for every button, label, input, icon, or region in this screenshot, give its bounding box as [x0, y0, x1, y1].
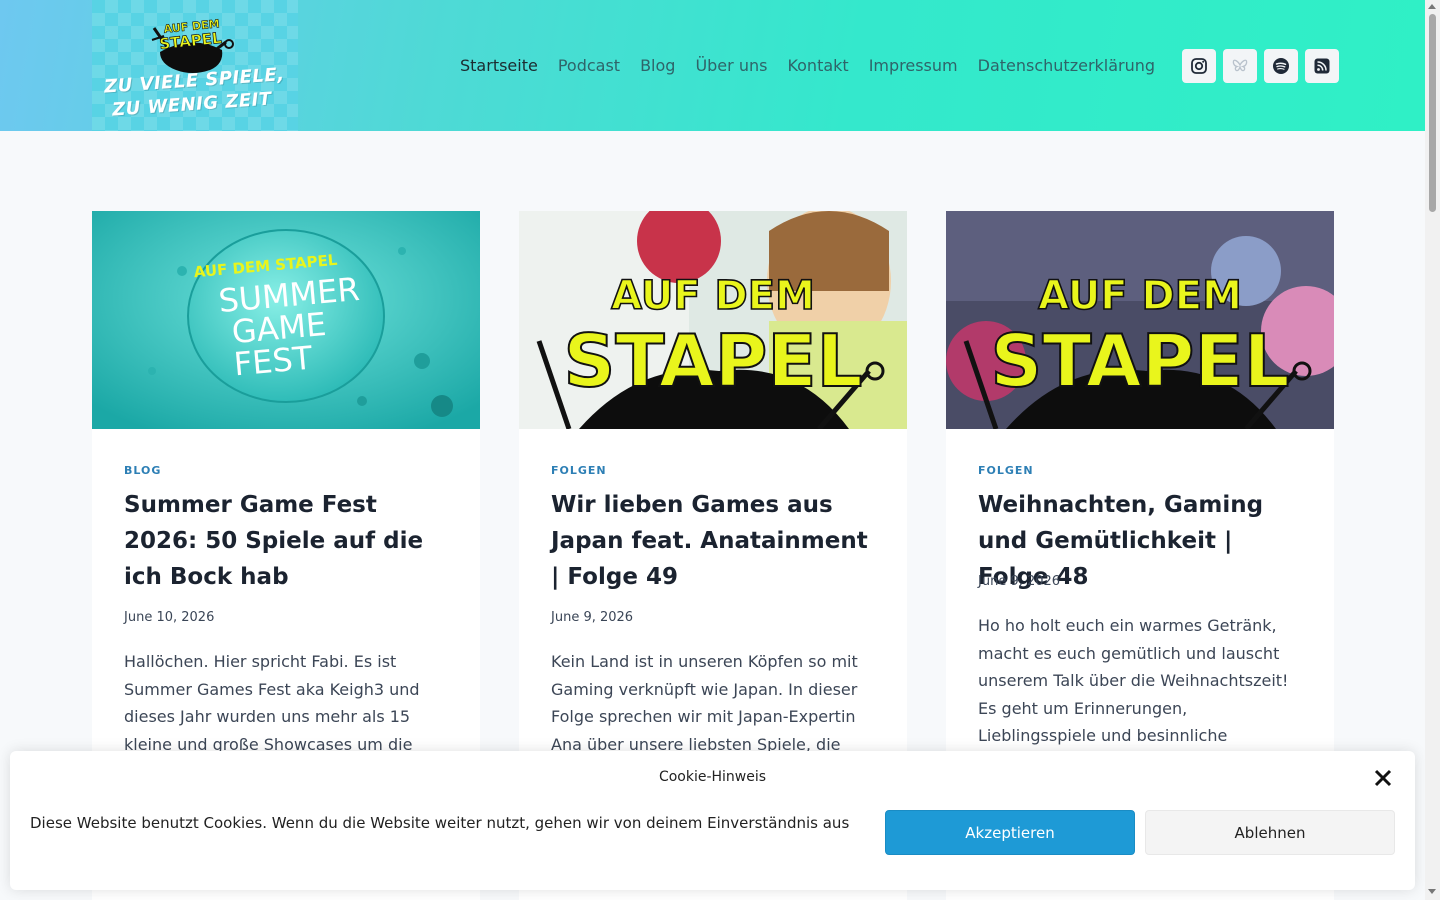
folge-48-image: AUF DEM STAPEL	[946, 211, 1334, 429]
folge48-image-line1: AUF DEM	[1038, 273, 1242, 319]
post-thumbnail-folge-49[interactable]: AUF DEM STAPEL	[519, 211, 907, 429]
main-navigation: Startseite Podcast Blog Über uns Kontakt…	[450, 53, 1165, 79]
nav-item-kontakt[interactable]: Kontakt	[777, 53, 858, 79]
social-links	[1182, 49, 1339, 83]
sgf-image-line3: FEST	[232, 339, 314, 384]
cookie-title: Cookie-Hinweis	[658, 769, 767, 785]
post-title[interactable]: Wir lieben Games aus Japan feat. Anatain…	[551, 487, 881, 595]
page-scrollbar[interactable]	[1425, 0, 1440, 900]
folge48-image-line2: STAPEL	[991, 319, 1290, 403]
rss-button[interactable]	[1305, 49, 1339, 83]
accept-cookies-button[interactable]: Akzeptieren	[885, 810, 1135, 855]
post-category[interactable]: FOLGEN	[551, 464, 607, 477]
site-header: AUF DEM STAPEL ZU VIELE SPIELE, ZU WENIG…	[0, 0, 1425, 131]
scroll-up-arrow-icon[interactable]	[1428, 4, 1436, 9]
post-category[interactable]: BLOG	[124, 464, 161, 477]
post-date: June 9, 2026	[978, 574, 1061, 589]
scrollbar-thumb[interactable]	[1429, 14, 1436, 212]
nav-item-datenschutz[interactable]: Datenschutzerklärung	[968, 53, 1165, 79]
scroll-down-arrow-icon[interactable]	[1428, 889, 1436, 894]
spotify-icon	[1273, 58, 1289, 74]
instagram-button[interactable]	[1182, 49, 1216, 83]
summer-game-fest-image: AUF DEM STAPEL SUMMER GAME FEST	[92, 211, 480, 429]
post-thumbnail-folge-48[interactable]: AUF DEM STAPEL	[946, 211, 1334, 429]
site-logo[interactable]: AUF DEM STAPEL ZU VIELE SPIELE, ZU WENIG…	[92, 0, 298, 131]
bluesky-button[interactable]	[1223, 49, 1257, 83]
cookie-text: Diese Website benutzt Cookies. Wenn du d…	[30, 814, 850, 832]
post-date: June 10, 2026	[124, 610, 215, 625]
post-date: June 9, 2026	[551, 610, 634, 625]
post-excerpt: Kein Land ist in unseren Köpfen so mit G…	[551, 652, 858, 754]
post-excerpt: Hallöchen. Hier spricht Fabi. Es ist Sum…	[124, 652, 420, 754]
folge-49-image: AUF DEM STAPEL	[519, 211, 907, 429]
close-icon[interactable]	[1372, 767, 1394, 789]
nav-item-ueber-uns[interactable]: Über uns	[685, 53, 777, 79]
nav-item-blog[interactable]: Blog	[630, 53, 685, 79]
cookie-banner: Cookie-Hinweis Diese Website benutzt Coo…	[10, 751, 1415, 890]
spotify-button[interactable]	[1264, 49, 1298, 83]
folge49-image-line1: AUF DEM	[611, 273, 815, 319]
post-title[interactable]: Summer Game Fest 2026: 50 Spiele auf die…	[124, 487, 454, 595]
nav-item-impressum[interactable]: Impressum	[859, 53, 968, 79]
folge49-image-line2: STAPEL	[564, 319, 863, 403]
rss-icon	[1314, 58, 1330, 74]
instagram-icon	[1191, 58, 1207, 74]
decline-cookies-button[interactable]: Ablehnen	[1145, 810, 1395, 855]
nav-item-podcast[interactable]: Podcast	[548, 53, 630, 79]
post-excerpt: Ho ho holt euch ein warmes Getränk, mach…	[978, 616, 1289, 745]
bluesky-icon	[1232, 59, 1248, 72]
post-category[interactable]: FOLGEN	[978, 464, 1034, 477]
post-thumbnail-summer-game-fest[interactable]: AUF DEM STAPEL SUMMER GAME FEST	[92, 211, 480, 429]
nav-item-startseite[interactable]: Startseite	[450, 53, 548, 79]
